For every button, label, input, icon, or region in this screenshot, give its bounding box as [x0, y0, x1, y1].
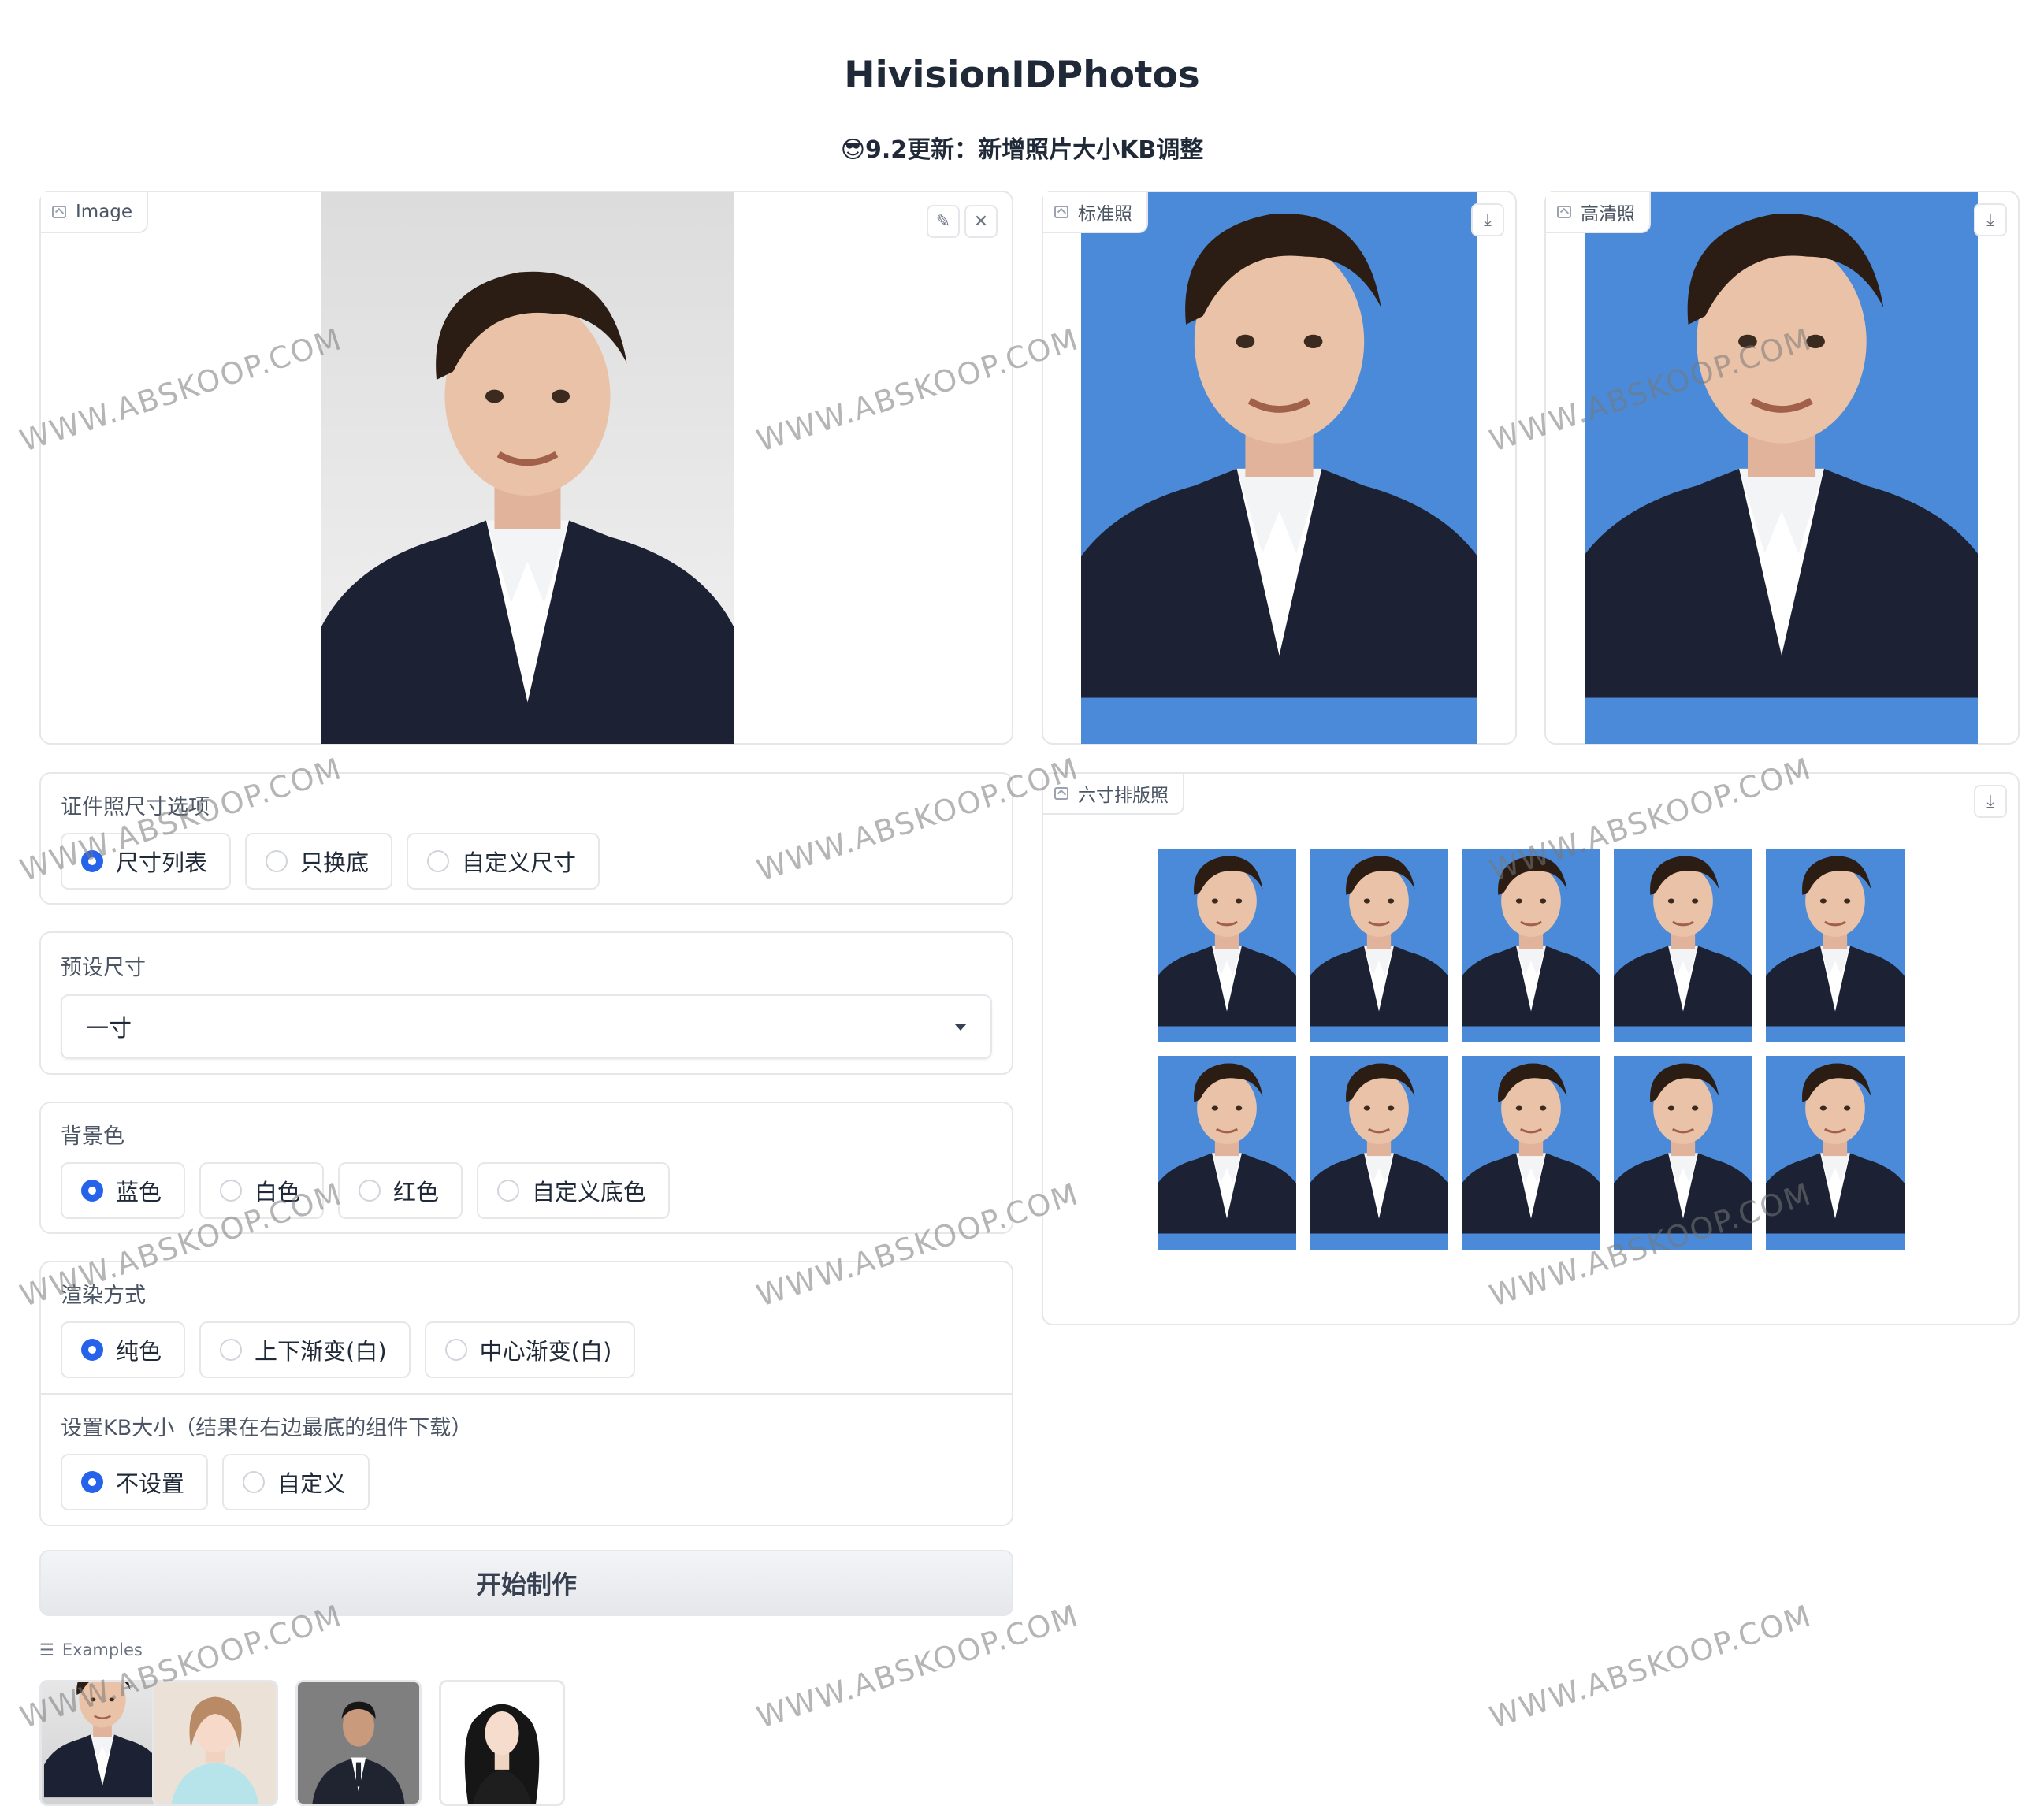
layout-mini-photo [1462, 1056, 1600, 1250]
radio-dot [266, 850, 288, 872]
layout-mini-photo [1158, 849, 1296, 1042]
layout-mini-photo [1614, 849, 1752, 1042]
layout-mini-photo [1158, 1056, 1296, 1250]
example-thumbnail-3[interactable] [295, 1680, 422, 1806]
example-thumbnail-4[interactable] [439, 1680, 565, 1806]
list-icon: ☰ [39, 1641, 54, 1659]
background-color-group: 背景色 蓝色 白色 红色 自定义底色 [39, 1102, 1013, 1234]
watermark-text: WWW.ABSKOOP.COM [1485, 1598, 1816, 1735]
download-icon[interactable]: ⤓ [1471, 203, 1504, 236]
chevron-down-icon [954, 1023, 967, 1031]
render-mode-label: 渲染方式 [61, 1284, 146, 1308]
radio-dot [359, 1180, 381, 1202]
preset-size-dropdown[interactable]: 一寸 [61, 994, 992, 1059]
radio-dot [427, 850, 450, 872]
radio-vertical-gradient[interactable]: 上下渐变(白) [199, 1321, 411, 1378]
kb-size-label: 设置KB大小（结果在右边最底的组件下载） [61, 1416, 473, 1440]
example-thumbnail-1[interactable] [39, 1680, 165, 1806]
image-icon [1054, 206, 1068, 218]
edit-icon[interactable]: ✎ [927, 205, 960, 238]
hd-photo [1585, 192, 1978, 744]
standard-photo-panel: 标准照 ⤓ [1042, 191, 1517, 745]
radio-center-gradient[interactable]: 中心渐变(白) [424, 1321, 636, 1378]
radio-custom-kb[interactable]: 自定义 [222, 1454, 370, 1510]
input-image-panel[interactable]: Image ✎ ✕ [39, 191, 1013, 745]
download-icon[interactable]: ⤓ [1974, 203, 2007, 236]
radio-no-kb[interactable]: 不设置 [61, 1454, 209, 1510]
layout-mini-photo [1462, 849, 1600, 1042]
close-icon[interactable]: ✕ [964, 205, 998, 238]
radio-red[interactable]: 红色 [338, 1162, 463, 1219]
layout-mini-photo [1766, 849, 1905, 1042]
radio-custom-size[interactable]: 自定义尺寸 [407, 833, 600, 890]
radio-dot [497, 1180, 520, 1202]
radio-dot [81, 1180, 103, 1202]
input-image-label: Image [41, 192, 149, 233]
update-subtitle: 😎9.2更新：新增照片大小KB调整 [840, 136, 1204, 164]
radio-dot [220, 1180, 243, 1202]
size-options-label: 证件照尺寸选项 [61, 795, 210, 819]
start-button[interactable]: 开始制作 [39, 1550, 1013, 1616]
preset-size-group: 预设尺寸 一寸 [39, 931, 1013, 1075]
radio-size-list[interactable]: 尺寸列表 [61, 833, 232, 890]
download-icon[interactable]: ⤓ [1974, 785, 2007, 818]
layout-mini-photo [1614, 1056, 1752, 1250]
radio-custom-color[interactable]: 自定义底色 [477, 1162, 671, 1219]
example-thumbnail-2[interactable] [152, 1680, 278, 1806]
radio-dot [81, 850, 103, 872]
layout-mini-photo [1310, 1056, 1448, 1250]
radio-dot [444, 1339, 467, 1361]
radio-solid[interactable]: 纯色 [61, 1321, 186, 1378]
standard-photo [1081, 192, 1477, 744]
radio-blue[interactable]: 蓝色 [61, 1162, 186, 1219]
uploaded-photo [321, 192, 734, 744]
layout-mini-photo [1310, 849, 1448, 1042]
divider [41, 1393, 1012, 1395]
radio-dot [243, 1471, 266, 1493]
hd-photo-panel: 高清照 ⤓ [1544, 191, 2020, 745]
radio-dot [81, 1471, 103, 1493]
layout-photo-label: 六寸排版照 [1043, 774, 1184, 815]
examples-label: ☰ Examples [39, 1641, 143, 1659]
radio-change-background[interactable]: 只换底 [245, 833, 393, 890]
watermark-text: WWW.ABSKOOP.COM [753, 1598, 1083, 1735]
radio-white[interactable]: 白色 [199, 1162, 325, 1219]
radio-dot [220, 1339, 243, 1361]
image-icon [1054, 787, 1068, 800]
size-options-group: 证件照尺寸选项 尺寸列表 只换底 自定义尺寸 [39, 772, 1013, 905]
layout-mini-photo [1766, 1056, 1905, 1250]
layout-photo-panel: 六寸排版照 ⤓ [1042, 772, 2020, 1325]
radio-dot [81, 1339, 103, 1361]
preset-size-value: 一寸 [86, 1015, 132, 1042]
preset-size-label: 预设尺寸 [61, 956, 146, 980]
render-kb-group: 渲染方式 纯色 上下渐变(白) 中心渐变(白) 设置KB大小（结果在右边最底的组… [39, 1261, 1013, 1526]
hd-photo-label: 高清照 [1546, 192, 1651, 233]
image-icon [52, 206, 66, 218]
image-icon [1557, 206, 1571, 218]
app-title: HivisionIDPhotos [844, 54, 1200, 97]
standard-photo-label: 标准照 [1043, 192, 1148, 233]
background-color-label: 背景色 [61, 1124, 124, 1149]
